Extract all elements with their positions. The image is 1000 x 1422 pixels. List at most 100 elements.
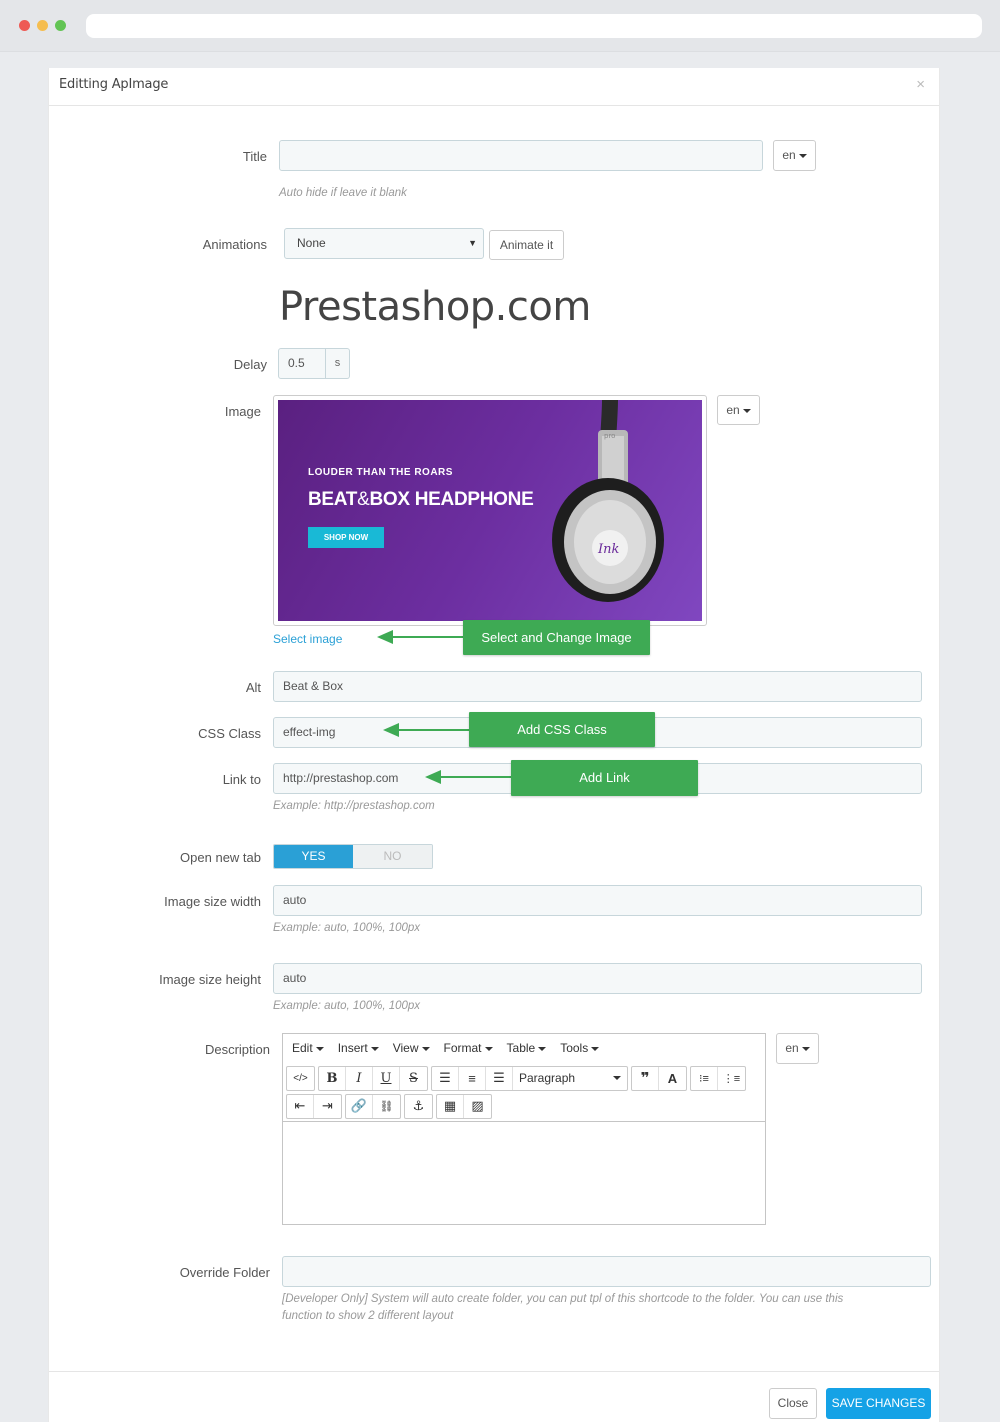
image-icon[interactable]: ▨ xyxy=(464,1095,491,1118)
title-label: Title xyxy=(242,149,267,164)
banner-headline-part-b: BOX HEADPHONE xyxy=(369,489,534,510)
description-label: Description xyxy=(204,1042,270,1057)
image-width-input[interactable]: auto xyxy=(273,885,922,916)
menu-label: Tools xyxy=(560,1041,589,1055)
annotation-arrow-line xyxy=(391,636,463,638)
caret-down-icon xyxy=(613,1076,621,1080)
numbered-list-icon[interactable]: ⋮≡ xyxy=(718,1067,745,1090)
alt-input[interactable]: Beat & Box xyxy=(273,671,922,702)
select-image-link[interactable]: Select image xyxy=(273,632,342,646)
menu-edit[interactable]: Edit xyxy=(286,1041,330,1055)
image-height-input[interactable]: auto xyxy=(273,963,922,994)
source-code-icon[interactable]: </> xyxy=(287,1067,314,1090)
open-new-tab-label: Open new tab xyxy=(180,850,261,865)
image-width-label: Image size width xyxy=(164,894,261,909)
save-changes-button[interactable]: SAVE CHANGES xyxy=(826,1388,931,1419)
menu-label: Insert xyxy=(337,1041,368,1055)
image-label: Image xyxy=(224,404,261,419)
minimize-window-dot[interactable] xyxy=(37,20,48,31)
text-color-icon[interactable]: A xyxy=(659,1067,686,1090)
align-center-icon[interactable]: ≡ xyxy=(459,1066,486,1090)
caret-down-icon xyxy=(538,1046,547,1051)
unlink-icon[interactable]: ⛓ xyxy=(373,1095,400,1118)
rich-text-editor: Edit Insert View Format Table Tools </> … xyxy=(282,1033,766,1225)
close-window-dot[interactable] xyxy=(19,20,30,31)
open-new-tab-toggle[interactable]: YES NO xyxy=(273,844,433,869)
image-height-help: Example: auto, 100%, 100px xyxy=(273,1000,421,1012)
delay-input-group: 0.5 s xyxy=(278,348,350,379)
menu-label: Edit xyxy=(292,1041,313,1055)
block-format-select[interactable]: Paragraph xyxy=(513,1067,627,1090)
maximize-window-dot[interactable] xyxy=(55,20,66,31)
underline-icon[interactable]: U xyxy=(373,1066,400,1090)
annotation-add-link: Add Link xyxy=(511,760,698,796)
caret-down-icon xyxy=(742,408,751,413)
bullet-list-icon[interactable]: ⁝≡ xyxy=(691,1066,718,1090)
animate-it-button[interactable]: Animate it xyxy=(489,230,564,260)
lang-label: en xyxy=(726,403,740,417)
banner-brand: Ink xyxy=(597,542,620,557)
delay-unit: s xyxy=(326,348,350,379)
banner-headline: BEAT&BOX HEADPHONE xyxy=(308,489,534,511)
banner-ampersand: & xyxy=(357,489,370,510)
css-class-label: CSS Class xyxy=(198,726,261,741)
strikethrough-icon[interactable]: S xyxy=(400,1067,427,1090)
animations-selected: None xyxy=(297,236,326,250)
close-button[interactable]: Close xyxy=(769,1388,817,1419)
block-format-label: Paragraph xyxy=(519,1071,576,1085)
annotation-arrow-line xyxy=(439,776,511,778)
link-icon[interactable]: 🔗 xyxy=(346,1094,373,1118)
banner-model: pro xyxy=(604,432,615,440)
banner-shop-now-button: SHOP NOW xyxy=(308,527,384,548)
bold-icon[interactable]: B xyxy=(319,1066,346,1090)
caret-down-icon xyxy=(421,1046,430,1051)
menu-label: Format xyxy=(443,1041,482,1055)
image-lang-dropdown[interactable]: en xyxy=(717,395,760,425)
animations-select[interactable]: None ▼ xyxy=(284,228,484,259)
title-help: Auto hide if leave it blank xyxy=(279,187,407,199)
menu-format[interactable]: Format xyxy=(438,1041,499,1055)
address-bar[interactable] xyxy=(86,14,982,38)
select-arrow-icon: ▼ xyxy=(468,238,477,248)
title-lang-dropdown[interactable]: en xyxy=(773,140,816,171)
menu-view[interactable]: View xyxy=(387,1041,436,1055)
image-preview-frame: LOUDER THAN THE ROARS BEAT&BOX HEADPHONE… xyxy=(273,395,707,626)
image-width-help: Example: auto, 100%, 100px xyxy=(273,922,421,934)
align-right-icon[interactable]: ☰ xyxy=(486,1066,513,1090)
outdent-icon[interactable]: ⇤ xyxy=(287,1094,314,1118)
caret-down-icon xyxy=(370,1046,379,1051)
animations-label: Animations xyxy=(202,237,267,252)
banner-headline-part-a: BEAT xyxy=(308,489,358,510)
menu-table[interactable]: Table xyxy=(501,1041,553,1055)
modal-footer: Close SAVE CHANGES xyxy=(49,1371,939,1422)
override-folder-label: Override Folder xyxy=(179,1265,270,1280)
indent-icon[interactable]: ⇥ xyxy=(314,1095,341,1118)
editor-content-area[interactable] xyxy=(283,1121,765,1225)
title-input[interactable] xyxy=(279,140,763,171)
annotation-css-class: Add CSS Class xyxy=(469,712,655,747)
delay-input[interactable]: 0.5 xyxy=(278,348,326,379)
media-icon[interactable]: ▦ xyxy=(437,1094,464,1118)
modal-title: Editting ApImage xyxy=(59,77,169,92)
menu-label: Table xyxy=(506,1041,536,1055)
annotation-arrow-line xyxy=(397,729,469,731)
toggle-yes[interactable]: YES xyxy=(274,845,353,868)
lang-label: en xyxy=(782,148,796,162)
caret-down-icon xyxy=(484,1046,493,1051)
blockquote-icon[interactable]: ❞ xyxy=(632,1066,659,1090)
caret-down-icon xyxy=(315,1046,324,1051)
align-left-icon[interactable]: ☰ xyxy=(432,1066,459,1090)
animation-preview-text: Prestashop.com xyxy=(279,284,591,330)
italic-icon[interactable]: I xyxy=(346,1066,373,1090)
modal-header: Editting ApImage × xyxy=(49,68,939,106)
menu-insert[interactable]: Insert xyxy=(332,1041,385,1055)
override-folder-input[interactable] xyxy=(282,1256,931,1287)
menu-tools[interactable]: Tools xyxy=(554,1041,605,1055)
description-lang-dropdown[interactable]: en xyxy=(776,1033,819,1064)
toggle-no[interactable]: NO xyxy=(353,845,432,868)
annotation-select-image: Select and Change Image xyxy=(463,620,650,655)
link-to-label: Link to xyxy=(222,772,261,787)
close-icon[interactable]: × xyxy=(916,76,925,93)
editor-toolbar: </> B I U S ☰ ≡ ☰ Paragraph ❞ A ⁝≡ ⋮≡ ⇤ … xyxy=(283,1062,765,1122)
anchor-icon[interactable]: ⚓ xyxy=(405,1095,432,1118)
